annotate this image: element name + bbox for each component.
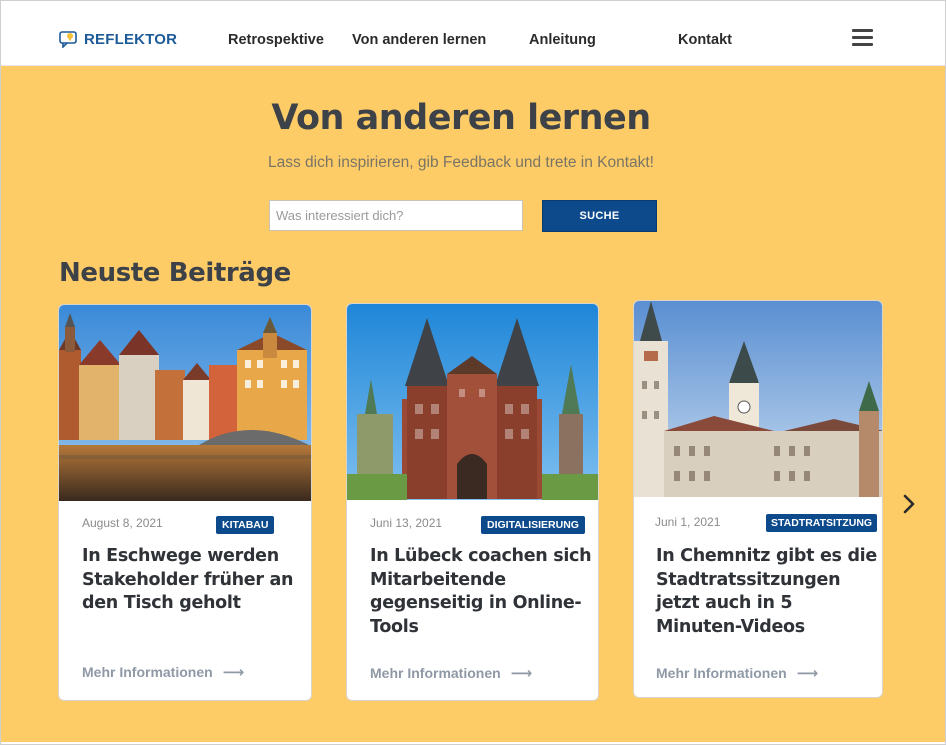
nav-link-retrospektive[interactable]: Retrospektive — [228, 32, 324, 48]
article-card-3[interactable]: Juni 1, 2021 STADTRATSITZUNG In Chemnitz… — [633, 300, 883, 698]
more-info-link[interactable]: Mehr Informationen ⟶ — [656, 664, 818, 682]
arrow-right-icon: ⟶ — [510, 665, 533, 682]
section-title: Neuste Beiträge — [59, 258, 291, 288]
page-title: Von anderen lernen — [271, 98, 651, 138]
hamburger-menu-icon[interactable] — [852, 29, 873, 46]
hero-section: Von anderen lernen Lass dich inspirieren… — [1, 66, 945, 742]
card-date: Juni 1, 2021 — [655, 515, 721, 529]
card-date: August 8, 2021 — [82, 516, 163, 530]
more-info-label: Mehr Informationen — [82, 664, 213, 680]
card-title[interactable]: In Eschwege werden Stakeholder früher an… — [82, 545, 302, 616]
arrow-right-icon: ⟶ — [796, 665, 819, 682]
article-card-1[interactable]: August 8, 2021 KITABAU In Eschwege werde… — [58, 304, 312, 701]
more-info-link[interactable]: Mehr Informationen ⟶ — [370, 664, 532, 682]
card-image-chemnitz — [634, 301, 882, 497]
chevron-right-icon[interactable] — [899, 491, 921, 517]
nav-link-kontakt[interactable]: Kontakt — [678, 32, 732, 48]
category-badge[interactable]: KITABAU — [216, 516, 275, 534]
arrow-right-icon: ⟶ — [222, 664, 245, 681]
logo[interactable]: REFLEKTOR — [59, 30, 177, 48]
card-title[interactable]: In Lübeck coachen sich Mitarbeitende geg… — [370, 545, 592, 639]
page-subtitle: Lass dich inspirieren, gib Feedback und … — [267, 154, 654, 171]
card-date: Juni 13, 2021 — [370, 516, 443, 530]
nav-link-von-anderen-lernen[interactable]: Von anderen lernen — [352, 32, 486, 48]
search-input[interactable] — [269, 200, 523, 231]
more-info-label: Mehr Informationen — [370, 665, 501, 681]
more-info-label: Mehr Informationen — [656, 665, 787, 681]
logo-text: REFLEKTOR — [84, 30, 178, 48]
search-button[interactable]: SUCHE — [542, 200, 657, 232]
card-image-luebeck — [347, 304, 598, 500]
article-card-2[interactable]: Juni 13, 2021 DIGITALISIERUNG In Lübeck … — [346, 303, 599, 701]
logo-speech-bubble-icon — [59, 31, 77, 48]
card-image-eschwege — [59, 305, 311, 501]
category-badge[interactable]: DIGITALISIERUNG — [481, 516, 585, 534]
more-info-link[interactable]: Mehr Informationen ⟶ — [82, 663, 244, 681]
category-badge[interactable]: STADTRATSITZUNG — [766, 514, 878, 532]
card-title[interactable]: In Chemnitz gibt es die Stadtratssitzung… — [656, 545, 878, 639]
top-navigation: REFLEKTOR Retrospektive Von anderen lern… — [1, 1, 945, 66]
nav-link-anleitung[interactable]: Anleitung — [529, 32, 596, 48]
